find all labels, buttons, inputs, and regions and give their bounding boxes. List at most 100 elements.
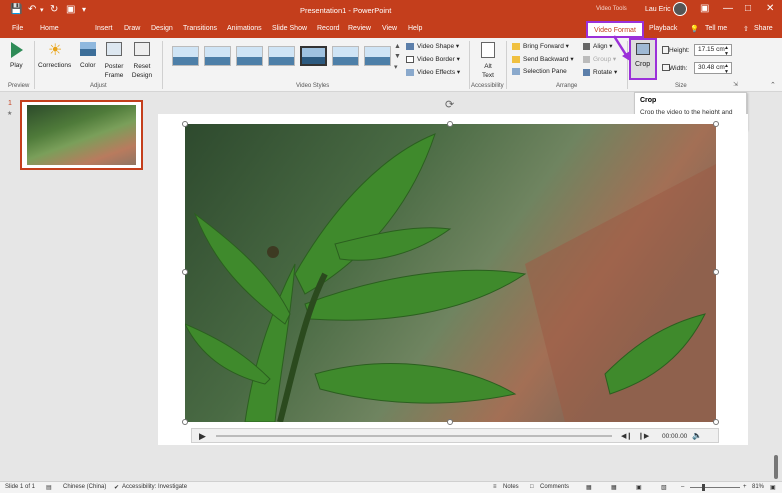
user-name[interactable]: Lau Eric — [645, 6, 671, 13]
fit-to-window-icon[interactable]: ▣ — [770, 484, 776, 491]
color-icon[interactable] — [80, 42, 96, 56]
video-style-thumb[interactable] — [300, 46, 327, 66]
video-effects-button[interactable]: Video Effects ▾ — [406, 68, 460, 76]
width-field[interactable]: 30.48 cm ▲ ▼ — [694, 62, 732, 75]
zoom-level[interactable]: 81% — [752, 484, 764, 490]
video-style-thumb[interactable] — [236, 46, 263, 66]
save-icon[interactable]: 💾 — [10, 4, 22, 15]
normal-view-icon[interactable]: ▦ — [586, 484, 592, 491]
corrections-button[interactable]: Corrections — [38, 62, 71, 69]
reset-design-icon[interactable] — [134, 42, 150, 56]
step-back-icon[interactable]: ◀❙ — [621, 432, 632, 440]
tab-design[interactable]: Design — [151, 25, 173, 32]
color-button[interactable]: Color — [80, 62, 96, 69]
scroll-up-icon[interactable]: ▲ — [394, 43, 401, 50]
size-dialog-launcher-icon[interactable]: ⇲ — [733, 81, 738, 88]
play-icon[interactable]: ▶ — [199, 431, 206, 442]
redo-icon[interactable]: ↻ — [50, 4, 58, 15]
scroll-down-icon[interactable]: ▼ — [394, 53, 401, 60]
resize-handle[interactable] — [713, 269, 719, 275]
bring-forward-button[interactable]: Bring Forward ▾ — [512, 42, 569, 50]
slideshow-icon[interactable]: ▧ — [661, 484, 667, 491]
undo-dropdown-icon[interactable]: ▾ — [40, 6, 44, 14]
collapse-ribbon-icon[interactable]: ⌃ — [770, 81, 776, 89]
alt-text-icon[interactable] — [481, 42, 495, 58]
vertical-scrollbar[interactable] — [774, 455, 778, 479]
reset-design-button[interactable]: Reset Design — [128, 62, 156, 80]
undo-icon[interactable]: ↶ — [28, 4, 36, 15]
tab-record[interactable]: Record — [317, 25, 340, 32]
tab-animations[interactable]: Animations — [227, 25, 262, 32]
video-shape-button[interactable]: Video Shape ▾ — [406, 42, 459, 50]
sun-icon[interactable]: ☀ — [48, 40, 62, 60]
tab-file[interactable]: File — [12, 25, 23, 32]
send-backward-icon — [512, 55, 520, 63]
comments-button[interactable]: Comments — [540, 484, 569, 490]
resize-handle[interactable] — [447, 121, 453, 127]
video-style-thumb[interactable] — [332, 46, 359, 66]
resize-handle[interactable] — [182, 269, 188, 275]
tab-draw[interactable]: Draw — [124, 25, 140, 32]
play-icon[interactable] — [11, 42, 23, 58]
spelling-icon[interactable]: ▤ — [46, 484, 52, 491]
resize-handle[interactable] — [182, 419, 188, 425]
height-field[interactable]: 17.15 cm ▲ ▼ — [694, 44, 732, 57]
reading-view-icon[interactable]: ▣ — [636, 484, 642, 491]
notes-icon: ≡ — [493, 484, 497, 490]
tab-help[interactable]: Help — [408, 25, 422, 32]
slide-thumbnail[interactable] — [20, 100, 143, 170]
rotate-button[interactable]: Rotate ▾ — [583, 68, 617, 76]
slide-sorter-icon[interactable]: ▦ — [611, 484, 617, 491]
maximize-icon[interactable]: □ — [745, 3, 751, 14]
zoom-out-icon[interactable]: – — [681, 484, 684, 490]
alt-text-button[interactable]: Alt Text — [480, 62, 496, 80]
accessibility-status[interactable]: Accessibility: Investigate — [122, 484, 187, 490]
size-group-label: Size — [675, 83, 687, 89]
resize-handle[interactable] — [713, 419, 719, 425]
tab-review[interactable]: Review — [348, 25, 371, 32]
tab-view[interactable]: View — [382, 25, 397, 32]
video-border-button[interactable]: Video Border ▾ — [406, 55, 460, 63]
spinner-icon[interactable]: ▲ ▼ — [724, 63, 729, 75]
video-frame[interactable] — [185, 124, 716, 422]
send-backward-button[interactable]: Send Backward ▾ — [512, 55, 574, 63]
share-button[interactable]: Share — [754, 25, 773, 32]
step-forward-icon[interactable]: ❙▶ — [638, 432, 649, 440]
share-icon[interactable]: ⇧ — [743, 25, 749, 33]
spinner-icon[interactable]: ▲ ▼ — [724, 45, 729, 57]
tab-slide-show[interactable]: Slide Show — [272, 25, 307, 32]
tab-insert[interactable]: Insert — [95, 25, 113, 32]
video-style-thumb[interactable] — [204, 46, 231, 66]
play-button[interactable]: Play — [10, 62, 23, 69]
avatar[interactable] — [673, 2, 687, 16]
customize-toolbar-icon[interactable]: ▾ — [82, 5, 86, 14]
video-effects-icon — [406, 68, 414, 76]
language-status[interactable]: Chinese (China) — [63, 484, 106, 490]
align-button[interactable]: Align ▾ — [583, 42, 613, 50]
video-style-thumb[interactable] — [364, 46, 391, 66]
poster-frame-button[interactable]: Poster Frame — [102, 62, 126, 80]
tell-me-search[interactable]: Tell me — [705, 25, 727, 32]
ribbon-display-icon[interactable]: ▣ — [700, 3, 709, 14]
tab-home[interactable]: Home — [40, 25, 59, 32]
more-styles-icon[interactable]: ▾ — [394, 63, 398, 71]
resize-handle[interactable] — [713, 121, 719, 127]
resize-handle[interactable] — [447, 419, 453, 425]
volume-icon[interactable]: 🔈 — [692, 431, 702, 440]
video-style-thumb[interactable] — [268, 46, 295, 66]
poster-frame-icon[interactable] — [106, 42, 122, 56]
tab-playback[interactable]: Playback — [649, 25, 677, 32]
notes-button[interactable]: Notes — [503, 484, 519, 490]
resize-handle[interactable] — [182, 121, 188, 127]
start-from-beginning-icon[interactable]: ▣ — [66, 4, 75, 15]
minimize-icon[interactable]: — — [723, 3, 733, 14]
selection-pane-button[interactable]: Selection Pane — [512, 68, 567, 75]
zoom-slider[interactable] — [690, 487, 740, 488]
rotate-handle-icon[interactable]: ⟳ — [445, 98, 454, 111]
tab-transitions[interactable]: Transitions — [183, 25, 217, 32]
zoom-slider-thumb[interactable] — [702, 484, 705, 491]
video-style-thumb[interactable] — [172, 46, 199, 66]
seek-bar[interactable] — [216, 435, 612, 437]
zoom-in-icon[interactable]: + — [743, 484, 747, 490]
close-icon[interactable]: ✕ — [766, 3, 774, 14]
